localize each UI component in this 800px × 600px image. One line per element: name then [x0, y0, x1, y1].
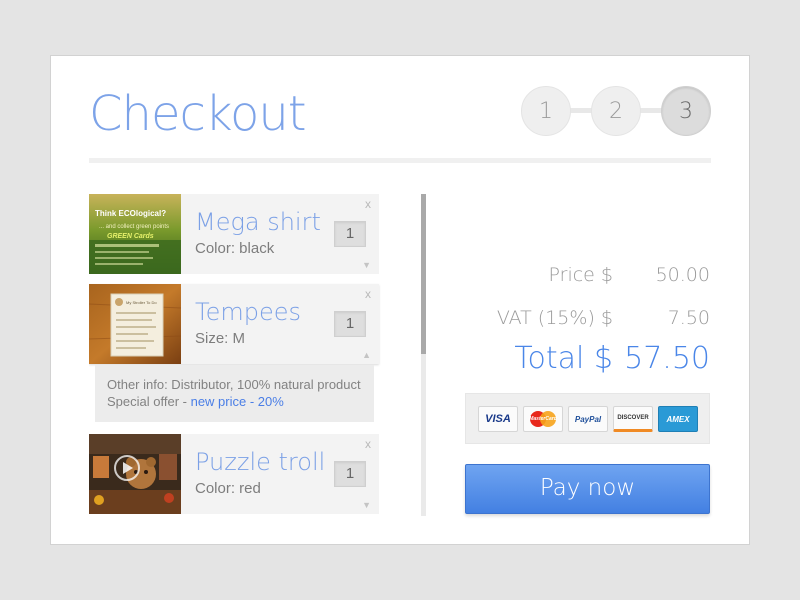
vat-label: VAT (15%) $: [496, 307, 613, 329]
price-value: 50.00: [655, 264, 710, 286]
quantity-input[interactable]: 1: [334, 311, 366, 337]
amex-icon[interactable]: AMEX: [658, 406, 698, 432]
cart-item: Puzzle troll Color: red 1 x ▼: [89, 434, 379, 514]
remove-item-button[interactable]: x: [365, 197, 371, 211]
payment-methods: VISA MasterCard PayPal DISCOVER AMEX: [465, 393, 710, 444]
collapse-up-icon[interactable]: ▲: [362, 350, 371, 360]
item-name[interactable]: Mega shirt: [195, 208, 321, 236]
header-divider: [89, 158, 711, 163]
thumb-caption: My Stroller To Do: [126, 300, 157, 305]
remove-item-button[interactable]: x: [365, 437, 371, 451]
offer-prefix: Special offer -: [107, 394, 191, 409]
item-name[interactable]: Puzzle troll: [195, 448, 325, 476]
pay-now-button[interactable]: Pay now: [465, 464, 710, 514]
page-title: Checkout: [89, 86, 307, 142]
item-attribute: Size: M: [195, 330, 246, 347]
vat-value: 7.50: [667, 307, 710, 329]
step-3[interactable]: 3: [661, 86, 711, 136]
other-info-text: Other info: Distributor, 100% natural pr…: [107, 377, 361, 392]
product-thumbnail: [89, 434, 181, 514]
step-1[interactable]: 1: [521, 86, 571, 136]
expand-down-icon[interactable]: ▼: [362, 500, 371, 510]
cart-item: Think ECOlogical? ... and collect green …: [89, 194, 379, 274]
remove-item-button[interactable]: x: [365, 287, 371, 301]
quantity-input[interactable]: 1: [334, 221, 366, 247]
paypal-icon[interactable]: PayPal: [568, 406, 608, 432]
cart-items-list[interactable]: Think ECOlogical? ... and collect green …: [89, 194, 381, 516]
step-2[interactable]: 2: [591, 86, 641, 136]
thumb-caption: Think ECOlogical?: [95, 209, 166, 218]
checkout-card: Checkout 1 2 3 Think ECOlogical? ... and…: [50, 55, 750, 545]
product-thumbnail: Think ECOlogical? ... and collect green …: [89, 194, 181, 274]
expand-down-icon[interactable]: ▼: [362, 260, 371, 270]
thumb-caption: GREEN Cards: [107, 233, 154, 240]
cart-item: My Stroller To Do Tempees Size: M 1 x ▲: [89, 284, 379, 364]
price-label: Price $: [548, 264, 613, 286]
item-attribute: Color: black: [195, 240, 275, 257]
item-name[interactable]: Tempees: [195, 298, 301, 326]
total-value: 57.50: [624, 341, 710, 376]
visa-icon[interactable]: VISA: [478, 406, 518, 432]
quantity-input[interactable]: 1: [334, 461, 366, 487]
total-label: Total $: [514, 341, 613, 376]
offer-link[interactable]: new price - 20%: [191, 394, 284, 409]
step-indicator: 1 2 3: [521, 86, 711, 136]
item-attribute: Color: red: [195, 480, 261, 497]
mastercard-icon[interactable]: MasterCard: [523, 406, 563, 432]
special-offer-text: Special offer - new price - 20%: [107, 393, 362, 410]
product-thumbnail: My Stroller To Do: [89, 284, 181, 364]
thumb-caption: ... and collect green points: [99, 224, 169, 230]
discover-icon[interactable]: DISCOVER: [613, 406, 653, 432]
item-details-panel: Other info: Distributor, 100% natural pr…: [95, 365, 374, 422]
